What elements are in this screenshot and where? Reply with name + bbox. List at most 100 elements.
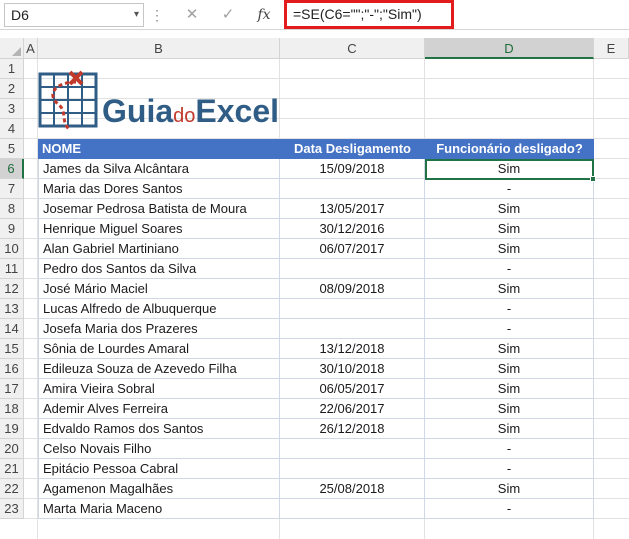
cell-name[interactable]: Edileuza Souza de Azevedo Filha bbox=[38, 359, 280, 379]
cell-status[interactable]: Sim bbox=[425, 359, 594, 379]
cell-date[interactable] bbox=[280, 299, 425, 319]
row-header-22[interactable]: 22 bbox=[0, 479, 24, 499]
column-header-d[interactable]: D bbox=[425, 38, 594, 59]
row-gridline bbox=[24, 78, 629, 79]
cell-date[interactable]: 22/06/2017 bbox=[280, 399, 425, 419]
cell-name[interactable]: Edvaldo Ramos dos Santos bbox=[38, 419, 280, 439]
cell-date[interactable]: 06/07/2017 bbox=[280, 239, 425, 259]
row-header-17[interactable]: 17 bbox=[0, 379, 24, 399]
cell-name[interactable]: Sônia de Lourdes Amaral bbox=[38, 339, 280, 359]
cell-name[interactable]: Maria das Dores Santos bbox=[38, 179, 280, 199]
cell-date[interactable] bbox=[280, 259, 425, 279]
column-header-a[interactable]: A bbox=[24, 38, 38, 59]
row-header-3[interactable]: 3 bbox=[0, 99, 24, 119]
row-header-11[interactable]: 11 bbox=[0, 259, 24, 279]
row-header-20[interactable]: 20 bbox=[0, 439, 24, 459]
cell-date[interactable]: 15/09/2018 bbox=[280, 159, 425, 179]
cell-status[interactable]: Sim bbox=[425, 279, 594, 299]
cell-date[interactable]: 25/08/2018 bbox=[280, 479, 425, 499]
cell-status[interactable]: - bbox=[425, 499, 594, 519]
cell-name[interactable]: Josemar Pedrosa Batista de Moura bbox=[38, 199, 280, 219]
column-header-e[interactable]: E bbox=[594, 38, 629, 59]
cell-name[interactable]: Henrique Miguel Soares bbox=[38, 219, 280, 239]
logo-text-do: do bbox=[173, 105, 196, 127]
cell-status[interactable]: Sim bbox=[425, 199, 594, 219]
row-header-4[interactable]: 4 bbox=[0, 119, 24, 139]
row-header-5[interactable]: 5 bbox=[0, 139, 24, 159]
row-header-14[interactable]: 14 bbox=[0, 319, 24, 339]
table-header-nome[interactable]: NOME bbox=[38, 139, 280, 159]
chevron-down-icon[interactable]: ▾ bbox=[134, 4, 139, 26]
cell-name[interactable]: Amira Vieira Sobral bbox=[38, 379, 280, 399]
cell-date[interactable]: 13/05/2017 bbox=[280, 199, 425, 219]
row-header-13[interactable]: 13 bbox=[0, 299, 24, 319]
cell-date[interactable] bbox=[280, 179, 425, 199]
cell-status[interactable]: - bbox=[425, 299, 594, 319]
cancel-icon[interactable]: ✕ bbox=[180, 4, 204, 26]
formula-input[interactable]: =SE(C6="";"-";"Sim") bbox=[284, 0, 454, 29]
fill-handle[interactable] bbox=[590, 176, 596, 182]
cell-status[interactable]: - bbox=[425, 459, 594, 479]
cell-date[interactable] bbox=[280, 439, 425, 459]
fx-icon[interactable]: fx bbox=[252, 4, 276, 26]
checkmark-icon[interactable]: ✓ bbox=[216, 4, 240, 26]
logo-wordmark: GuiadoExcel bbox=[102, 93, 279, 134]
row-header-6[interactable]: 6 bbox=[0, 159, 24, 179]
row-header-19[interactable]: 19 bbox=[0, 419, 24, 439]
row-header-18[interactable]: 18 bbox=[0, 399, 24, 419]
cell-name[interactable]: Josefa Maria dos Prazeres bbox=[38, 319, 280, 339]
cell-date[interactable]: 08/09/2018 bbox=[280, 279, 425, 299]
logo-text-excel: Excel bbox=[195, 93, 279, 129]
cell-date[interactable] bbox=[280, 319, 425, 339]
cell-date[interactable]: 13/12/2018 bbox=[280, 339, 425, 359]
row-header-2[interactable]: 2 bbox=[0, 79, 24, 99]
cell-date[interactable] bbox=[280, 459, 425, 479]
row-header-21[interactable]: 21 bbox=[0, 459, 24, 479]
cell-date[interactable]: 06/05/2017 bbox=[280, 379, 425, 399]
cell-status[interactable]: Sim bbox=[425, 379, 594, 399]
cell-status[interactable]: - bbox=[425, 179, 594, 199]
cell-name[interactable]: James da Silva Alcântara bbox=[38, 159, 280, 179]
cell-name[interactable]: Pedro dos Santos da Silva bbox=[38, 259, 280, 279]
row-header-7[interactable]: 7 bbox=[0, 179, 24, 199]
cell-name[interactable]: José Mário Maciel bbox=[38, 279, 280, 299]
row-header-12[interactable]: 12 bbox=[0, 279, 24, 299]
cell-date[interactable]: 30/12/2016 bbox=[280, 219, 425, 239]
cell-status[interactable]: - bbox=[425, 319, 594, 339]
cell-date[interactable] bbox=[280, 499, 425, 519]
cell-status[interactable]: Sim bbox=[425, 239, 594, 259]
cell-name[interactable]: Ademir Alves Ferreira bbox=[38, 399, 280, 419]
dots-icon[interactable]: ⋮ bbox=[150, 4, 164, 26]
cell-name[interactable]: Lucas Alfredo de Albuquerque bbox=[38, 299, 280, 319]
column-header-c[interactable]: C bbox=[280, 38, 425, 59]
row-header-10[interactable]: 10 bbox=[0, 239, 24, 259]
cell-date[interactable]: 26/12/2018 bbox=[280, 419, 425, 439]
row-header-16[interactable]: 16 bbox=[0, 359, 24, 379]
cell-status[interactable]: Sim bbox=[425, 399, 594, 419]
row-header-9[interactable]: 9 bbox=[0, 219, 24, 239]
name-box[interactable]: D6 ▾ bbox=[4, 3, 144, 27]
cell-name[interactable]: Agamenon Magalhães bbox=[38, 479, 280, 499]
cell-name[interactable]: Epitácio Pessoa Cabral bbox=[38, 459, 280, 479]
column-header-b[interactable]: B bbox=[38, 38, 280, 59]
guia-do-excel-logo bbox=[36, 68, 106, 136]
cell-status[interactable]: Sim bbox=[425, 219, 594, 239]
select-all-button[interactable] bbox=[0, 38, 24, 59]
cell-date[interactable]: 30/10/2018 bbox=[280, 359, 425, 379]
cell-name[interactable]: Celso Novais Filho bbox=[38, 439, 280, 459]
cell-status[interactable]: Sim bbox=[425, 479, 594, 499]
table-header-status[interactable]: Funcionário desligado? bbox=[425, 139, 594, 159]
cell-status[interactable]: Sim bbox=[425, 339, 594, 359]
name-box-value: D6 bbox=[11, 7, 29, 23]
row-header-23[interactable]: 23 bbox=[0, 499, 24, 519]
cell-name[interactable]: Alan Gabriel Martiniano bbox=[38, 239, 280, 259]
row-header-15[interactable]: 15 bbox=[0, 339, 24, 359]
cell-status[interactable]: Sim bbox=[425, 419, 594, 439]
table-header-data[interactable]: Data Desligamento bbox=[280, 139, 425, 159]
active-cell-selection[interactable] bbox=[425, 159, 594, 180]
cell-name[interactable]: Marta Maria Maceno bbox=[38, 499, 280, 519]
row-header-1[interactable]: 1 bbox=[0, 59, 24, 79]
cell-status[interactable]: - bbox=[425, 439, 594, 459]
cell-status[interactable]: - bbox=[425, 259, 594, 279]
row-header-8[interactable]: 8 bbox=[0, 199, 24, 219]
